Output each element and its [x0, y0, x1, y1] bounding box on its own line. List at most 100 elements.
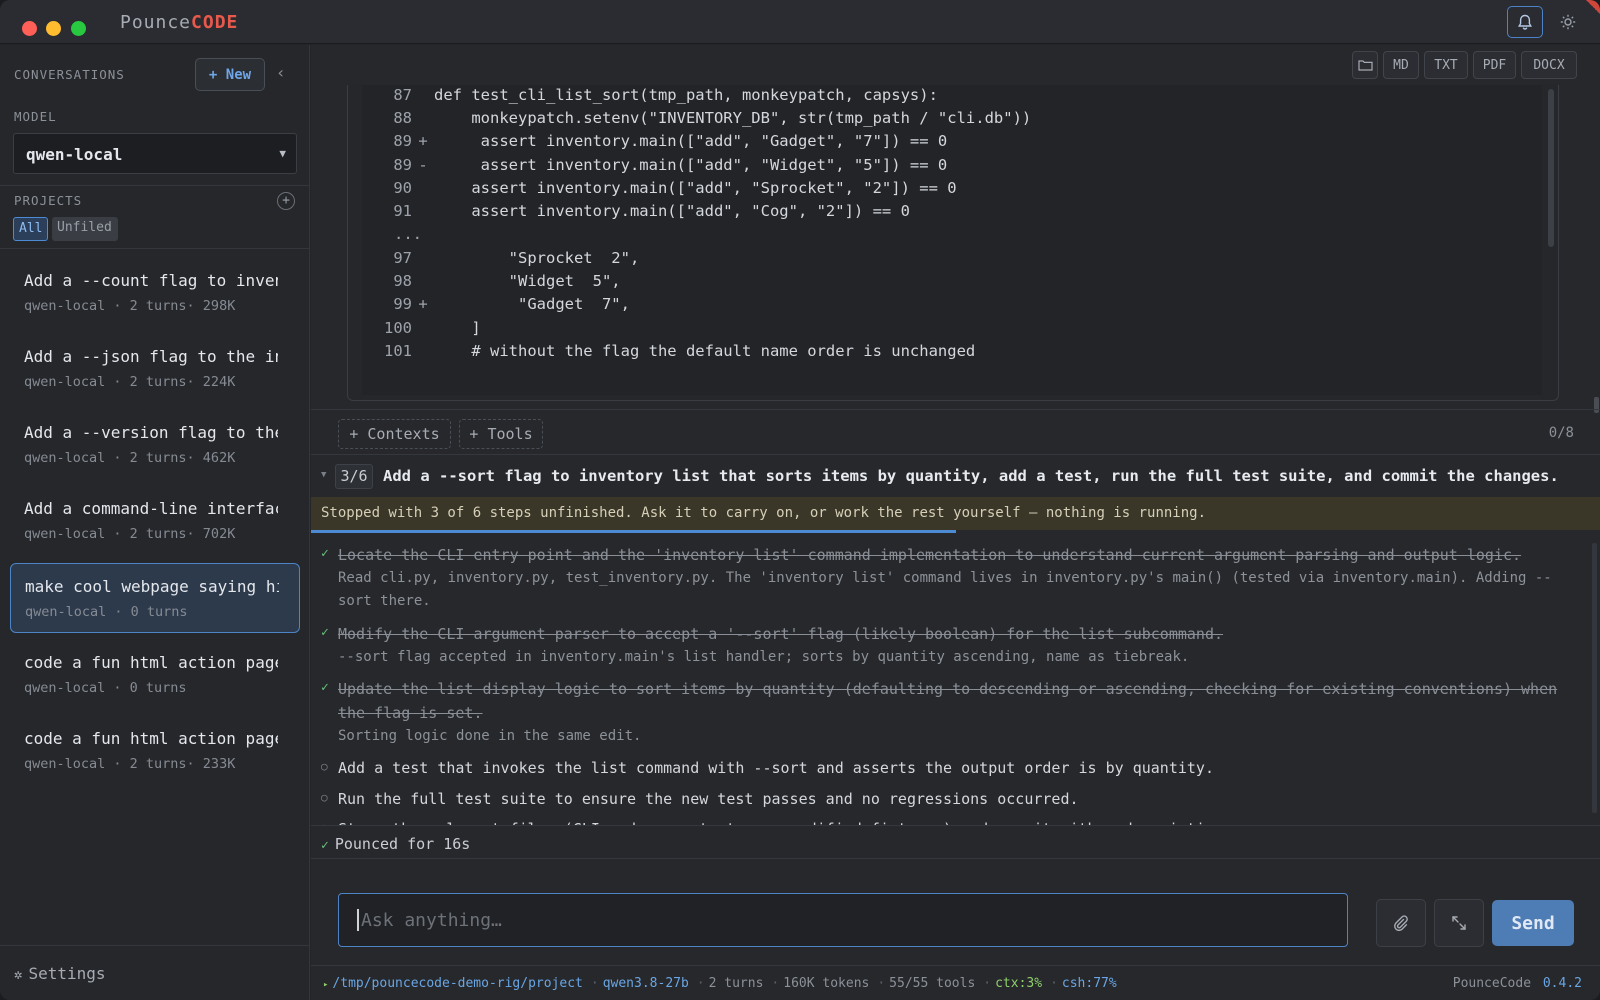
- plan-title: Add a --sort flag to inventory list that…: [383, 467, 1559, 485]
- conversation-item[interactable]: Add a --version flag to the cli qwen-loc…: [10, 410, 300, 480]
- status-tools: 55/55 tools: [889, 976, 976, 991]
- conversation-title: code a fun html action page: [24, 729, 278, 748]
- add-tools-button[interactable]: + Tools: [459, 419, 543, 449]
- conversation-title: Add a --json flag to the inventory: [24, 347, 278, 366]
- plan-step-text: Update the list display logic to sort it…: [338, 680, 1558, 722]
- pounced-label: Pounced for 16s: [334, 835, 471, 853]
- filter-chip-all[interactable]: All: [13, 217, 48, 241]
- status-project-path[interactable]: /tmp/pouncecode-demo-rig/project: [332, 976, 582, 991]
- context-tools-bar: + Contexts + Tools 0/8: [311, 409, 1600, 455]
- chevron-right-icon: ▸: [323, 980, 329, 990]
- export-txt-button[interactable]: TXT: [1424, 51, 1468, 79]
- status-turns: 2 turns: [708, 976, 764, 991]
- export-pdf-button[interactable]: PDF: [1473, 51, 1516, 79]
- plan-step-text: Run the full test suite to ensure the ne…: [338, 790, 1079, 808]
- code-line: 101 # without the flag the default name …: [384, 342, 976, 360]
- text-cursor: [357, 909, 359, 931]
- export-md-button[interactable]: MD: [1383, 51, 1419, 79]
- code-line-added: 99 + "Gadget 7",: [393, 295, 630, 313]
- pounced-status: ✓ Pounced for 16s: [311, 825, 1600, 859]
- circle-icon: ○: [321, 760, 328, 773]
- add-project-icon[interactable]: +: [277, 192, 295, 210]
- conversation-title: Add a --version flag to the cli: [24, 423, 278, 442]
- conversation-item[interactable]: Add a command-line interface qwen-local …: [10, 486, 300, 556]
- plan-header[interactable]: ▼ 3/6 Add a --sort flag to inventory lis…: [311, 456, 1600, 496]
- check-icon: ✓: [321, 680, 329, 695]
- code-line: 98 "Widget 5",: [393, 272, 621, 290]
- conversation-item[interactable]: Add a --json flag to the inventory qwen-…: [10, 334, 300, 404]
- conversation-title: Add a command-line interface: [24, 499, 278, 518]
- status-ctx: ctx:3%: [995, 976, 1043, 991]
- diff-panel: 87 def test_cli_list_sort(tmp_path, monke…: [347, 85, 1559, 401]
- maximize-window-button[interactable]: [71, 21, 86, 36]
- attach-button[interactable]: [1376, 899, 1426, 947]
- diff-scrollbar[interactable]: [1548, 89, 1554, 247]
- conversation-item-active[interactable]: make cool webpage saying hi qwen-local ·…: [10, 563, 300, 633]
- collapse-sidebar-icon[interactable]: ‹: [276, 63, 286, 82]
- expand-composer-button[interactable]: [1434, 899, 1484, 947]
- conversations-heading: CONVERSATIONS: [14, 67, 125, 82]
- diff-code[interactable]: 87 def test_cli_list_sort(tmp_path, monke…: [362, 85, 1542, 395]
- status-model[interactable]: qwen3.8-27b: [603, 976, 689, 991]
- check-icon: ✓: [321, 546, 329, 561]
- code-line: 88 monkeypatch.setenv("INVENTORY_DB", st…: [393, 109, 1032, 127]
- bell-icon: [1517, 14, 1533, 30]
- plan-step-text: Add a test that invokes the list command…: [338, 759, 1214, 777]
- title-bar: PounceCODE: [0, 0, 1600, 44]
- notifications-button[interactable]: [1507, 6, 1543, 38]
- minimize-window-button[interactable]: [46, 21, 61, 36]
- conversation-meta: qwen-local · 2 turns· 298K: [24, 298, 236, 314]
- theme-toggle-button[interactable]: [1556, 10, 1580, 34]
- settings-label: Settings: [28, 964, 106, 983]
- model-select-value: qwen-local: [26, 145, 123, 164]
- new-conversation-button[interactable]: + New: [195, 58, 265, 91]
- window-corner-mark: [1586, 0, 1600, 14]
- plan-step-text: Locate the CLI entry point and the 'inve…: [338, 546, 1522, 564]
- app-brand: PounceCODE: [120, 12, 238, 33]
- brand-part-1: Pounce: [120, 12, 192, 33]
- projects-divider: [0, 185, 310, 186]
- conversation-title: make cool webpage saying hi: [25, 577, 279, 596]
- chat-input-placeholder: Ask anything…: [361, 910, 502, 931]
- conversations-divider: [0, 248, 310, 249]
- conversation-item[interactable]: code a fun html action page qwen-local ·…: [10, 716, 300, 786]
- code-line-added: 89 + assert inventory.main(["add", "Gadge…: [393, 132, 948, 150]
- code-line: 91 assert inventory.main(["add", "Cog", …: [393, 202, 910, 220]
- model-select[interactable]: qwen-local ▼: [13, 133, 297, 174]
- app-name-label: PounceCode: [1452, 976, 1532, 991]
- app-window: PounceCODE CONVERSATIONS + New ‹ MODEL q…: [0, 0, 1600, 1000]
- code-line-ellipsis: ...: [394, 225, 422, 243]
- conversation-meta: qwen-local · 2 turns· 462K: [24, 450, 236, 466]
- code-line: 100 ]: [384, 319, 481, 337]
- open-folder-button[interactable]: [1352, 51, 1378, 79]
- code-line: 90 assert inventory.main(["add", "Sprock…: [393, 179, 957, 197]
- context-count: 0/8: [1548, 425, 1574, 441]
- expand-icon: [1452, 916, 1466, 930]
- chat-input[interactable]: Ask anything…: [338, 893, 1348, 947]
- stopped-banner: Stopped with 3 of 6 steps unfinished. As…: [311, 497, 1600, 530]
- conversation-title: Add a --count flag to inventory: [24, 271, 278, 290]
- app-version: PounceCode 0.4.2: [1453, 976, 1582, 991]
- conversation-meta: qwen-local · 0 turns: [25, 604, 188, 620]
- code-line: 97 "Sprocket 2",: [393, 249, 640, 267]
- status-bar: ▸/tmp/pouncecode-demo-rig/project · qwen3.…: [311, 965, 1600, 1000]
- settings-button[interactable]: ✲ Settings: [0, 945, 310, 1000]
- sidebar: CONVERSATIONS + New ‹ MODEL qwen-local ▼…: [0, 45, 310, 1000]
- gear-icon: ✲: [14, 967, 23, 983]
- send-button[interactable]: Send: [1492, 900, 1574, 946]
- plan-step-badge: 3/6: [335, 464, 373, 489]
- plan-step-note: --sort flag accepted in inventory.main's…: [338, 649, 1190, 665]
- status-tokens: 160K tokens: [783, 976, 870, 991]
- conversation-meta: qwen-local · 0 turns: [24, 680, 187, 696]
- check-icon: ✓: [321, 838, 329, 853]
- plan-step-text: Modify the CLI argument parser to accept…: [338, 625, 1224, 643]
- paperclip-icon: [1394, 915, 1408, 931]
- filter-chip-unfiled[interactable]: Unfiled: [52, 217, 118, 241]
- steps-scrollbar[interactable]: [1592, 543, 1597, 813]
- add-contexts-button[interactable]: + Contexts: [338, 419, 451, 449]
- conversation-item[interactable]: code a fun html action page qwen-local ·…: [10, 640, 300, 710]
- conversation-item[interactable]: Add a --count flag to inventory qwen-loc…: [10, 258, 300, 328]
- export-docx-button[interactable]: DOCX: [1521, 51, 1577, 79]
- projects-heading: PROJECTS: [14, 193, 83, 208]
- close-window-button[interactable]: [22, 21, 37, 36]
